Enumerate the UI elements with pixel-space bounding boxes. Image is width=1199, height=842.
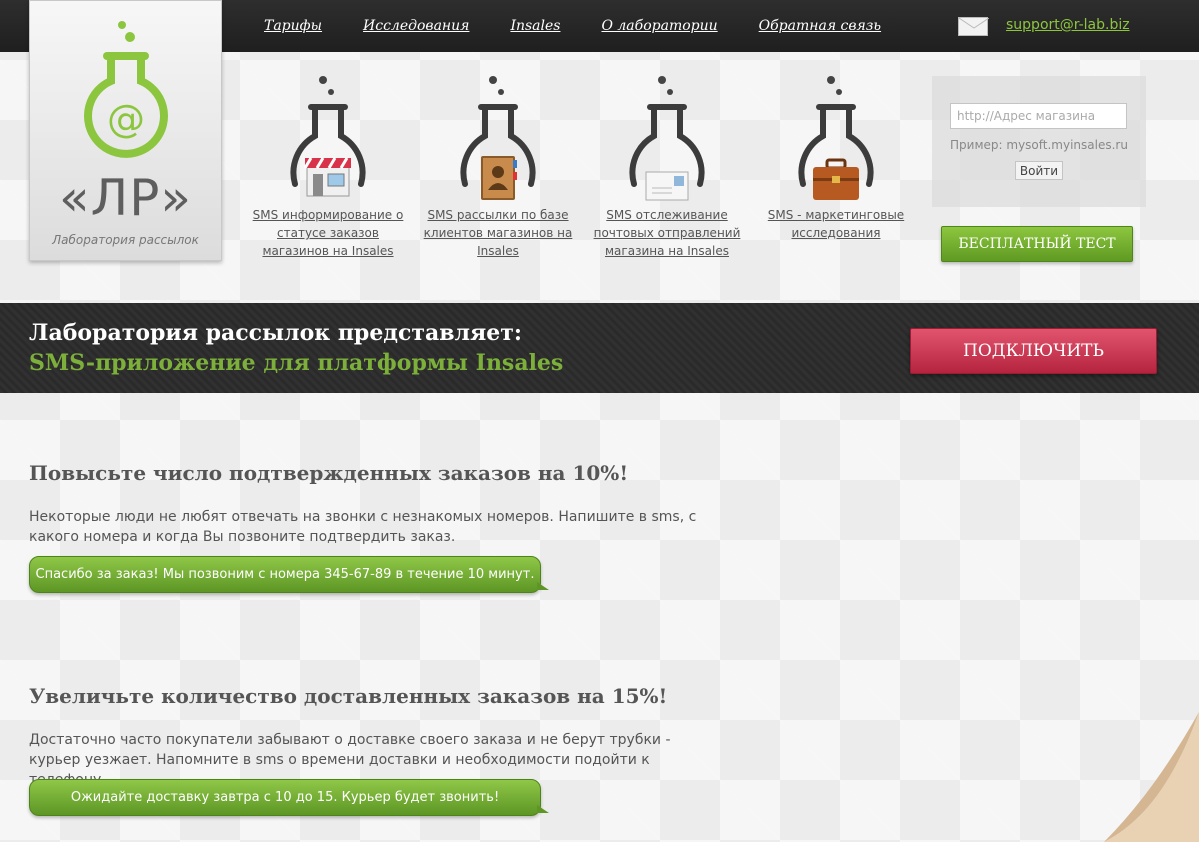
product-order-status: SMS информирование о статусе заказов маг…: [243, 72, 413, 260]
product-link-mailing[interactable]: SMS рассылки по базе клиентов магазинов …: [413, 206, 583, 260]
feature-text-confirmed-orders: Некоторые люди не любят отвечать на звон…: [29, 509, 697, 545]
support-email-link[interactable]: support@r-lab.biz: [1006, 17, 1130, 33]
product-marketing-research: SMS - маркетинговые исследования: [751, 72, 921, 242]
product-mailing: SMS рассылки по базе клиентов магазинов …: [413, 72, 583, 260]
product-link-order-status[interactable]: SMS информирование о статусе заказов маг…: [243, 206, 413, 260]
envelope-icon: [645, 171, 689, 201]
promo-banner: Лаборатория рассылок представляет: SMS-п…: [0, 303, 1199, 393]
store-login-panel: Пример: mysoft.myinsales.ru Войти: [932, 76, 1146, 207]
logo-subtitle: Лаборатория рассылок: [52, 233, 199, 247]
flask-logo-icon: @: [84, 21, 168, 158]
sms-example-bubble: Ожидайте доставку завтра с 10 до 15. Кур…: [29, 779, 549, 816]
logo-letters: «ЛР»: [59, 169, 192, 227]
free-test-button[interactable]: БЕСПЛАТНЫЙ ТЕСТ: [941, 226, 1133, 262]
nav-link-research[interactable]: Исследования: [363, 18, 469, 34]
site-logo[interactable]: @ «ЛР» Лаборатория рассылок: [29, 0, 222, 261]
connect-button[interactable]: ПОДКЛЮЧИТЬ: [910, 328, 1157, 374]
page-curl-decoration: [1104, 712, 1199, 842]
flask-icon: [290, 76, 366, 197]
flask-icon: [460, 76, 536, 200]
store-example-text: Пример: mysoft.myinsales.ru: [950, 138, 1128, 152]
nav-link-about[interactable]: О лаборатории: [601, 18, 717, 34]
store-login-button[interactable]: Войти: [1015, 161, 1063, 180]
address-book-icon: [481, 156, 517, 200]
nav-link-feedback[interactable]: Обратная связь: [759, 18, 881, 34]
store-address-input[interactable]: [950, 103, 1127, 129]
sms-example-bubble: Спасибо за заказ! Мы позвоним с номера 3…: [29, 556, 549, 593]
feature-title-confirmed-orders: Повысьте число подтвержденных заказов на…: [29, 461, 629, 485]
nav-link-tariffs[interactable]: Тарифы: [264, 18, 322, 34]
banner-title: Лаборатория рассылок представляет:: [29, 320, 523, 346]
shop-icon: [303, 157, 351, 197]
svg-text:@: @: [107, 97, 145, 141]
flask-icon: [798, 76, 874, 200]
product-link-marketing-research[interactable]: SMS - маркетинговые исследования: [751, 206, 921, 242]
main-menu: Тарифы Исследования Insales О лаборатори…: [264, 18, 922, 34]
product-link-post-tracking[interactable]: SMS отслеживание почтовых отправлений ма…: [582, 206, 752, 260]
briefcase-icon: [813, 158, 859, 200]
mail-icon: [958, 17, 989, 36]
product-post-tracking: SMS отслеживание почтовых отправлений ма…: [582, 72, 752, 260]
feature-title-delivered-orders: Увеличьте количество доставленных заказо…: [29, 684, 668, 708]
flask-icon: [629, 76, 705, 201]
nav-link-insales[interactable]: Insales: [510, 18, 560, 34]
banner-subtitle: SMS-приложение для платформы Insales: [29, 350, 564, 376]
